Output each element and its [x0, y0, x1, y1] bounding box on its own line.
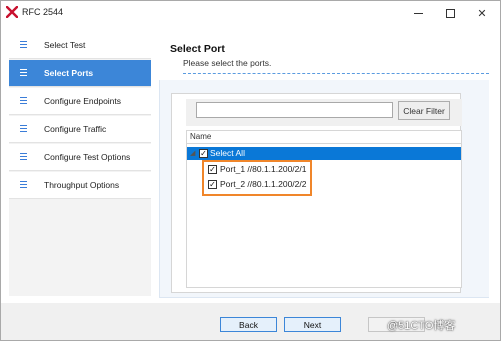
divider: [183, 73, 489, 74]
back-button[interactable]: Back: [220, 317, 277, 332]
maximize-icon: [445, 9, 455, 18]
list-icon: [20, 125, 27, 133]
wizard-sidebar: Select Test Select Ports Configure Endpo…: [9, 32, 151, 296]
column-header-name[interactable]: Name: [187, 131, 461, 144]
list-icon: [20, 69, 27, 77]
sidebar-item-configure-endpoints[interactable]: Configure Endpoints: [9, 88, 151, 115]
minimize-button[interactable]: [403, 1, 433, 26]
sidebar-item-configure-test-options[interactable]: Configure Test Options: [9, 144, 151, 171]
sidebar-item-label: Select Ports: [44, 68, 94, 78]
highlight-annotation: [202, 160, 312, 196]
page-subtitle: Please select the ports.: [183, 58, 272, 68]
select-all-checkbox[interactable]: ✓: [199, 149, 208, 158]
page-title: Select Port: [170, 43, 225, 55]
list-icon: [20, 41, 27, 49]
sidebar-item-label: Configure Endpoints: [44, 96, 122, 106]
port-selector-panel: Clear Filter Name ◢ ✓ Select All ✓ Port_…: [171, 93, 462, 293]
main-panel: Select Port Please select the ports. Cle…: [154, 32, 489, 300]
close-button[interactable]: ✕: [467, 1, 497, 26]
app-logo-icon: [6, 6, 18, 18]
collapse-arrow-icon[interactable]: ◢: [190, 149, 195, 157]
filter-bar: Clear Filter: [186, 99, 462, 126]
tree-row-label: Select All: [210, 148, 245, 158]
sidebar-item-label: Configure Test Options: [44, 152, 131, 162]
content-area: Clear Filter Name ◢ ✓ Select All ✓ Port_…: [159, 80, 489, 298]
sidebar-item-label: Throughput Options: [44, 180, 120, 190]
filter-input[interactable]: [196, 102, 393, 118]
close-icon: ✕: [477, 8, 487, 20]
tree-row-select-all[interactable]: ◢ ✓ Select All: [187, 147, 461, 160]
sidebar-item-select-ports[interactable]: Select Ports: [9, 60, 151, 87]
port-tree: Name ◢ ✓ Select All ✓ Port_1 //80.1.1.20…: [186, 130, 462, 288]
minimize-icon: [413, 13, 423, 14]
watermark: @51CTO博客: [387, 320, 456, 332]
maximize-button[interactable]: [435, 1, 465, 26]
sidebar-item-label: Select Test: [44, 40, 86, 50]
clear-filter-button[interactable]: Clear Filter: [398, 101, 450, 120]
list-icon: [20, 181, 27, 189]
title-bar: RFC 2544 ✕: [1, 1, 500, 26]
wizard-footer: Back Next Fi @51CTO博客: [1, 303, 500, 340]
next-button[interactable]: Next: [284, 317, 341, 332]
sidebar-item-configure-traffic[interactable]: Configure Traffic: [9, 116, 151, 143]
window-title: RFC 2544: [22, 7, 64, 17]
list-icon: [20, 97, 27, 105]
sidebar-item-select-test[interactable]: Select Test: [9, 32, 151, 59]
list-icon: [20, 153, 27, 161]
sidebar-item-throughput-options[interactable]: Throughput Options: [9, 172, 151, 199]
sidebar-item-label: Configure Traffic: [44, 124, 107, 134]
